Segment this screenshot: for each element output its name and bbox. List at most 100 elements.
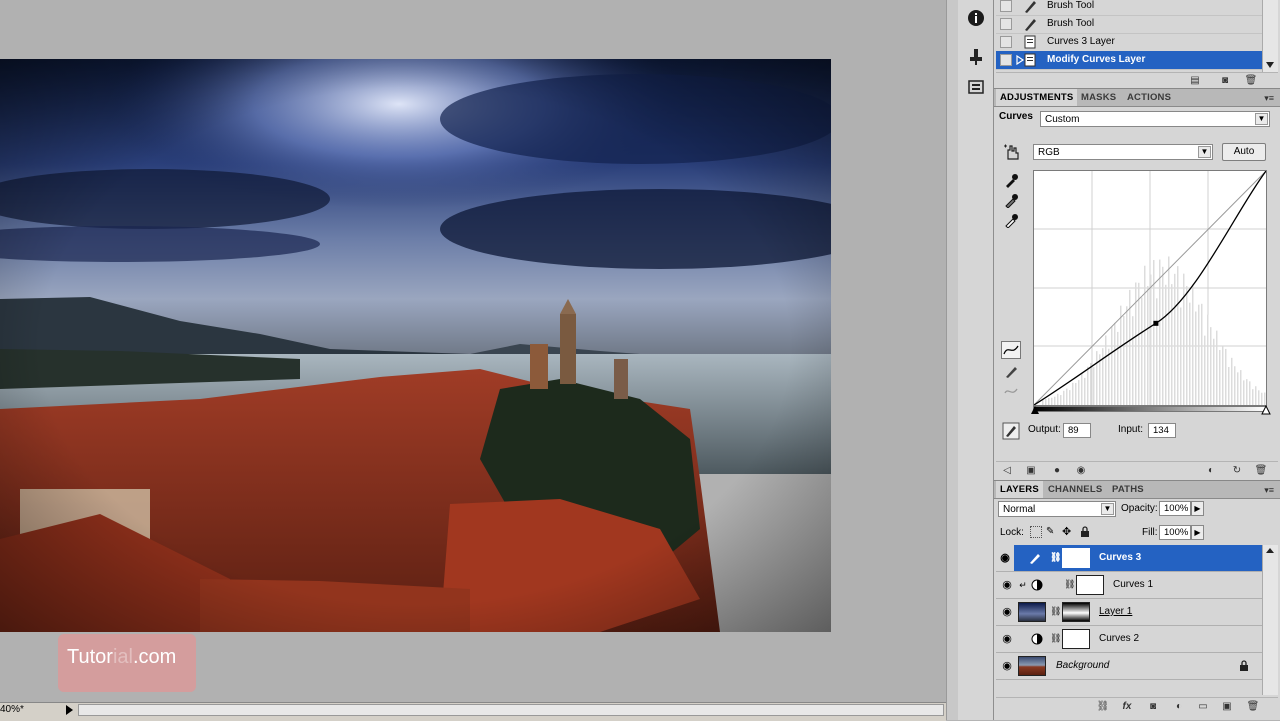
link-layers-icon[interactable]: ⛓	[1096, 701, 1110, 713]
visibility-eye-icon[interactable]: ◉	[1000, 606, 1014, 618]
layer-name[interactable]: Background	[1056, 660, 1109, 671]
curves-graph-canvas[interactable]	[1033, 170, 1267, 406]
history-snapshot-checkbox[interactable]	[1000, 36, 1012, 48]
white-point-eyedropper-icon[interactable]	[1003, 212, 1019, 229]
adjustment-layer-icon	[1030, 578, 1044, 592]
fill-field[interactable]: 100%	[1159, 525, 1191, 540]
tab-paths[interactable]: PATHS	[1112, 483, 1144, 496]
histogram-bar	[1228, 367, 1230, 405]
histogram-bar	[1204, 335, 1206, 405]
new-adjustment-layer-icon[interactable]: ◐	[1172, 701, 1186, 713]
clone-source-icon[interactable]	[966, 47, 986, 67]
layer-mask-thumbnail[interactable]	[1062, 629, 1090, 649]
curves-graph[interactable]	[1033, 170, 1267, 406]
pencil-draw-curve-icon[interactable]	[1003, 363, 1019, 379]
dock-divider[interactable]	[946, 0, 958, 720]
add-mask-icon[interactable]: ◙	[1146, 701, 1160, 713]
layer-row-background[interactable]: ◉ Background	[996, 653, 1262, 680]
link-chain-icon[interactable]: ⛓	[1050, 633, 1061, 644]
brush-presets-icon[interactable]	[966, 77, 986, 97]
new-document-from-state-icon[interactable]: ▤	[1188, 75, 1202, 87]
trash-icon[interactable]: 🗑	[1254, 465, 1268, 477]
input-value-field[interactable]: 134	[1148, 423, 1176, 438]
histogram-bar	[1177, 266, 1179, 405]
tab-channels[interactable]: CHANNELS	[1048, 483, 1102, 496]
history-item-selected[interactable]: Modify Curves Layer	[996, 51, 1262, 70]
smooth-curve-icon[interactable]	[1003, 383, 1019, 399]
lock-image-pixels-icon[interactable]: ✎	[1046, 526, 1054, 537]
history-item[interactable]: Curves 3 Layer	[996, 33, 1262, 52]
blend-mode-dropdown[interactable]: Normal ▼	[998, 501, 1116, 517]
link-chain-icon[interactable]: ⛓	[1064, 579, 1075, 590]
new-group-icon[interactable]: ▭	[1196, 701, 1210, 713]
panel-menu-icon[interactable]: ▾≡	[1264, 93, 1274, 104]
view-previous-state-icon[interactable]: ◐	[1204, 465, 1218, 477]
tab-layers[interactable]: LAYERS	[996, 481, 1043, 498]
layer-name[interactable]: Layer 1	[1099, 606, 1132, 617]
return-to-list-icon[interactable]: ◁	[1000, 465, 1014, 477]
channel-dropdown[interactable]: RGB ▼	[1033, 144, 1213, 160]
layers-scrollbar[interactable]	[1262, 545, 1278, 695]
lock-all-icon[interactable]	[1079, 525, 1091, 538]
curve-control-point[interactable]	[1153, 320, 1159, 326]
info-icon[interactable]	[966, 8, 986, 28]
history-item[interactable]: Brush Tool	[996, 0, 1262, 16]
new-layer-icon[interactable]: ▣	[1220, 701, 1234, 713]
layer-row-curves-2[interactable]: ◉ ⛓ Curves 2	[996, 626, 1262, 653]
status-menu-arrow-icon[interactable]	[64, 704, 74, 716]
link-chain-icon[interactable]: ⛓	[1050, 552, 1061, 563]
layer-row-layer-1[interactable]: ◉ ⛓ Layer 1	[996, 599, 1262, 626]
visibility-eye-icon[interactable]: ◉	[1000, 660, 1014, 672]
layer-name[interactable]: Curves 1	[1113, 579, 1153, 590]
trash-icon[interactable]: 🗑	[1246, 701, 1260, 713]
visibility-eye-icon[interactable]: ◉	[1000, 633, 1014, 645]
curves-preset-dropdown[interactable]: Custom ▼	[1040, 111, 1270, 127]
auto-button[interactable]: Auto	[1222, 143, 1266, 161]
history-snapshot-checkbox[interactable]	[1000, 54, 1012, 66]
opacity-slider-arrow-icon[interactable]: ▶	[1191, 501, 1204, 516]
tab-actions[interactable]: ACTIONS	[1127, 91, 1171, 104]
expanded-view-icon[interactable]: ▣	[1024, 465, 1038, 477]
tab-masks[interactable]: MASKS	[1081, 91, 1116, 104]
show-clipping-icon[interactable]	[1002, 422, 1020, 440]
layer-mask-thumbnail[interactable]	[1076, 575, 1104, 595]
layer-mask-thumbnail[interactable]	[1062, 602, 1090, 622]
visibility-eye-icon[interactable]: ◉	[1000, 579, 1014, 591]
history-snapshot-checkbox[interactable]	[1000, 18, 1012, 30]
reset-icon[interactable]: ↻	[1230, 465, 1244, 477]
toggle-visibility-eye-icon[interactable]: ◉	[1074, 465, 1088, 477]
clip-to-layer-icon[interactable]: ●	[1050, 465, 1064, 477]
white-input-slider-icon[interactable]	[1261, 404, 1271, 415]
history-scrollbar[interactable]	[1262, 0, 1278, 72]
new-snapshot-icon[interactable]: ◙	[1218, 75, 1232, 87]
layer-row-curves-1[interactable]: ◉ ↵ ⛓ Curves 1	[996, 572, 1262, 599]
fill-slider-arrow-icon[interactable]: ▶	[1191, 525, 1204, 540]
history-item[interactable]: Brush Tool	[996, 15, 1262, 34]
visibility-eye-icon[interactable]: ◉	[996, 545, 1014, 571]
trash-icon[interactable]: 🗑	[1244, 75, 1258, 87]
lock-position-icon[interactable]: ✥	[1062, 525, 1071, 538]
layer-thumbnail[interactable]	[1018, 602, 1046, 622]
targeted-adjustment-hand-icon[interactable]	[1002, 142, 1022, 162]
edit-points-curve-tool-icon[interactable]	[1001, 341, 1021, 359]
layer-thumbnail[interactable]	[1018, 656, 1046, 676]
lock-transparent-pixels-icon[interactable]	[1030, 526, 1042, 538]
histogram-bar	[1264, 392, 1266, 405]
history-snapshot-checkbox[interactable]	[1000, 0, 1012, 12]
link-chain-icon[interactable]: ⛓	[1050, 606, 1061, 617]
output-value-field[interactable]: 89	[1063, 423, 1091, 438]
gray-point-eyedropper-icon[interactable]	[1003, 192, 1019, 209]
layer-mask-thumbnail[interactable]	[1062, 548, 1090, 568]
layer-name[interactable]: Curves 3	[1099, 552, 1141, 563]
zoom-level[interactable]: 40%*	[0, 704, 24, 715]
black-point-eyedropper-icon[interactable]	[1003, 172, 1019, 188]
opacity-field[interactable]: 100%	[1159, 501, 1191, 516]
document-photo[interactable]	[0, 59, 831, 632]
black-input-slider-icon[interactable]	[1030, 405, 1040, 415]
layer-style-fx-icon[interactable]: fx	[1120, 701, 1134, 713]
layer-name[interactable]: Curves 2	[1099, 633, 1139, 644]
horizontal-scrollbar[interactable]	[78, 704, 944, 716]
panel-menu-icon[interactable]: ▾≡	[1264, 485, 1274, 496]
tab-adjustments[interactable]: ADJUSTMENTS	[996, 89, 1078, 106]
layer-row-curves-3[interactable]: ◉ ⛓ Curves 3	[996, 545, 1262, 572]
